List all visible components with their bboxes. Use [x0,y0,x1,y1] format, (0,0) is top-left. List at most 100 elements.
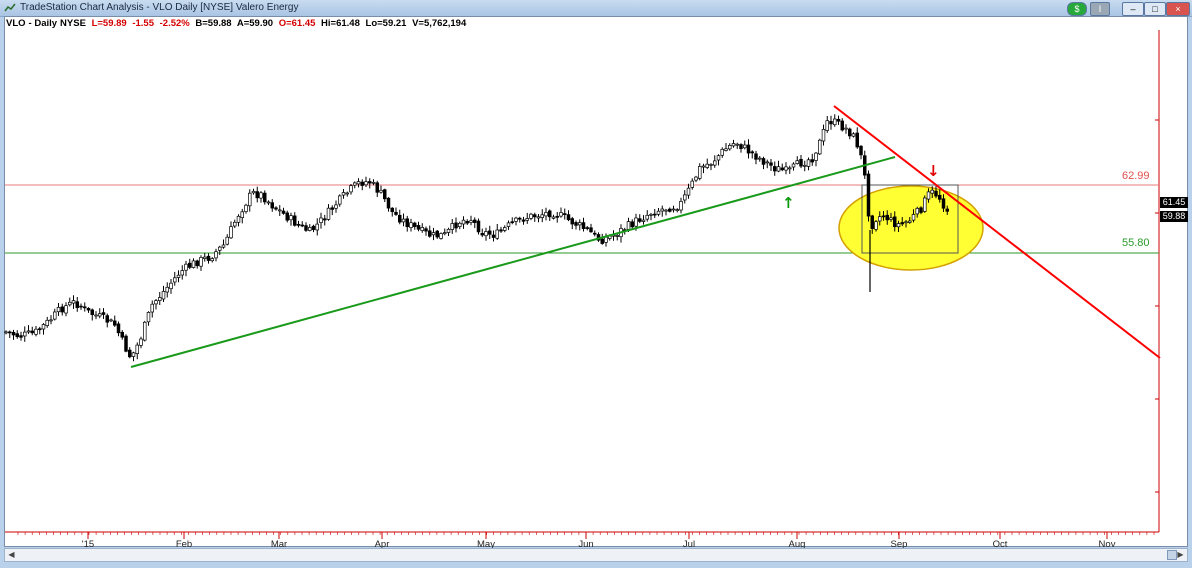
candle-body [139,338,143,346]
candle-body [75,301,79,308]
candle-body [368,181,372,184]
candle-body [428,230,432,237]
candle-body [146,312,151,323]
candle-body [806,159,811,167]
resistance-level-label: 62.99 [1122,170,1150,182]
candle-body [371,181,376,184]
candle-body [304,225,308,231]
candlestick-series [4,114,949,362]
candle-body [536,216,541,219]
candle-body [454,222,458,229]
candle-body [60,306,64,313]
candle-body [881,215,886,218]
candle-body [705,163,709,168]
candle-body [450,223,455,230]
price-tag-open: 61.45 [1160,197,1188,208]
candle-body [15,333,20,338]
candle-body [251,190,256,194]
candle-body [709,164,713,166]
candle-body [109,319,113,322]
candle-body [379,189,383,193]
candle-body [169,282,173,290]
candle-body [896,223,901,228]
scroll-left-icon[interactable]: ◀ [5,549,18,561]
price-tag-last: 59.88 [1160,211,1188,222]
candle-body [911,214,916,221]
candle-body [765,161,769,164]
candle-body [128,349,132,358]
candle-body [720,148,724,156]
support-trendline[interactable] [130,156,896,368]
candle-body [435,230,440,238]
candle-body [874,221,878,230]
candle-body [458,222,462,227]
candle-body [814,152,818,161]
candle-body [116,323,121,334]
down-arrow-icon: ↓ [927,162,940,180]
candle-body [780,167,784,171]
candle-body [802,164,807,167]
candle-body [82,306,87,309]
candle-body [915,208,919,215]
candle-body [135,344,140,354]
candle-body [319,217,323,223]
candle-body [236,215,241,223]
candle-body [517,217,522,220]
candle-body [795,160,799,164]
candle-body [941,198,946,209]
candle-body [742,144,747,149]
candle-body [686,187,691,196]
candle-body [278,209,282,212]
candle-body [671,208,676,211]
candle-body [341,192,346,196]
candle-body [570,218,574,225]
candle-body [855,132,859,148]
candle-body [439,233,443,239]
candle-body [525,218,529,221]
candle-body [161,291,166,300]
candle-body [499,229,503,232]
candle-body [697,166,702,179]
candle-body [592,232,597,235]
candle-body [532,214,537,218]
candle-body [769,162,773,166]
candle-body [465,221,470,224]
candle-body [821,129,826,142]
candle-body [600,238,604,244]
candle-body [656,210,661,215]
candle-body [248,192,252,207]
candle-body [690,180,694,188]
candle-body [360,181,365,186]
candle-body [574,222,578,226]
candle-body [11,331,16,336]
candle-body [353,182,357,186]
candle-body [338,195,342,205]
candle-body [716,155,721,161]
candle-body [750,151,754,154]
candle-body [375,182,380,193]
candle-body [840,120,844,131]
candle-body [664,209,668,212]
candle-body [52,311,57,320]
candle-body [652,213,657,216]
candle-body [244,204,248,212]
highlight-ellipse [838,185,984,271]
candle-body [488,230,492,235]
candle-body [581,222,586,229]
candle-body [199,257,203,267]
candle-body [825,120,829,131]
candle-body [926,191,931,200]
candle-body [233,221,237,227]
candle-body [383,189,387,200]
price-chart[interactable]: '15 Feb Mar Apr May Jun Jul Aug Sep Oct Nov 62.99 … [0,0,1192,568]
candle-body [424,228,428,232]
candle-body [390,207,395,213]
candle-body [86,307,91,311]
candle-body [300,224,305,227]
candle-body [859,145,863,156]
candle-body [510,221,515,224]
scroll-right-icon[interactable]: ▶ [1174,549,1187,561]
candle-body [484,231,488,237]
horizontal-scrollbar[interactable]: ◀ ▶ [4,548,1188,562]
candle-body [907,220,912,223]
